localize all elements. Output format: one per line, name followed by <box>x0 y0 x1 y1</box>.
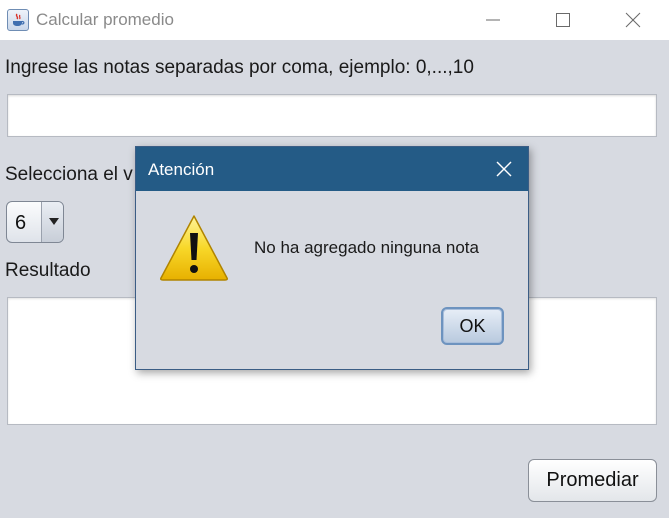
chevron-down-icon <box>49 218 59 225</box>
select-label: Selecciona el v <box>5 164 133 185</box>
maximize-icon <box>556 13 570 27</box>
dialog-message: No ha agregado ninguna nota <box>254 238 479 257</box>
minimize-button[interactable] <box>470 0 516 40</box>
dialog-close-button[interactable] <box>486 155 522 183</box>
ok-button[interactable]: OK <box>441 307 504 345</box>
notas-input[interactable] <box>7 94 657 137</box>
warning-icon <box>158 213 230 288</box>
maximize-button[interactable] <box>540 0 586 40</box>
minimize-icon <box>486 19 500 21</box>
close-button[interactable] <box>610 0 656 40</box>
warning-dialog: Atención No ha agregado ninguna nota OK <box>135 146 529 370</box>
java-cup-icon <box>7 9 29 31</box>
combobox-arrow-button[interactable] <box>41 202 63 242</box>
close-icon <box>496 161 512 177</box>
nota-combobox[interactable]: 6 <box>6 201 64 243</box>
dialog-titlebar[interactable]: Atención <box>136 147 528 191</box>
result-label: Resultado <box>5 260 91 281</box>
window-titlebar[interactable]: Calcular promedio <box>0 0 669 40</box>
close-icon <box>625 12 641 28</box>
dialog-title: Atención <box>148 160 215 179</box>
window-title: Calcular promedio <box>36 10 174 29</box>
combobox-value: 6 <box>15 212 27 234</box>
promediar-button[interactable]: Promediar <box>528 459 657 502</box>
notas-label: Ingrese las notas separadas por coma, ej… <box>5 57 474 78</box>
